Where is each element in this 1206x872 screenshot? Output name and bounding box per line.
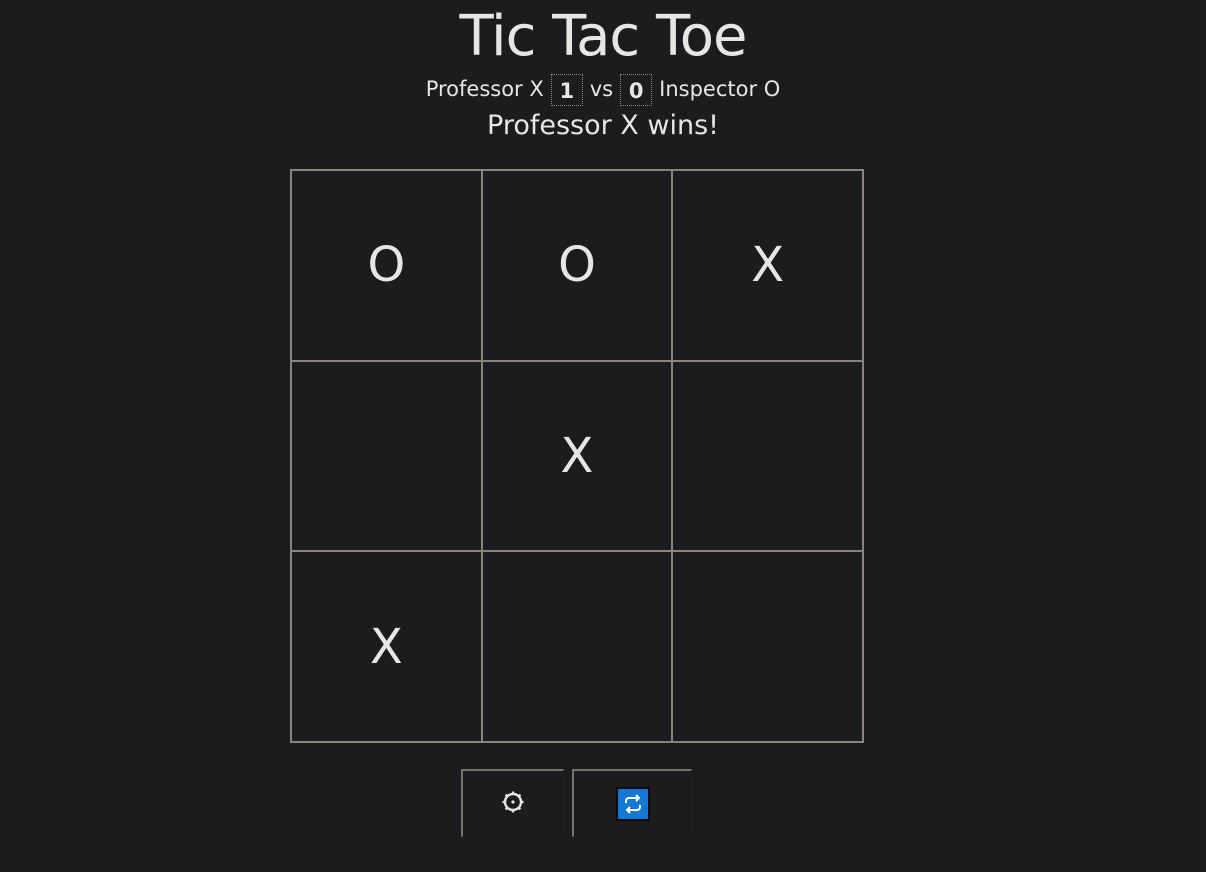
board-cell-5[interactable] xyxy=(672,360,863,552)
scoreboard: Professor X 1 vs 0 Inspector O xyxy=(0,71,1206,107)
board-cell-1[interactable]: O xyxy=(481,170,673,361)
settings-button[interactable] xyxy=(461,769,564,837)
page-title: Tic Tac Toe xyxy=(459,4,748,69)
board-cell-3[interactable] xyxy=(291,360,482,552)
player-o-score: 0 xyxy=(620,74,653,106)
game-status: Professor X wins! xyxy=(487,110,719,141)
gear-icon xyxy=(500,789,526,819)
refresh-icon xyxy=(615,786,650,821)
board-cell-8[interactable] xyxy=(672,551,863,742)
game-board: O O X X X xyxy=(290,169,864,743)
player-o-name: Inspector O xyxy=(659,77,781,101)
board-cell-7[interactable] xyxy=(481,551,673,742)
player-x-score: 1 xyxy=(550,74,583,106)
vs-label: vs xyxy=(589,77,614,101)
board-cell-2[interactable]: X xyxy=(672,170,863,361)
board-cell-0[interactable]: O xyxy=(291,170,482,361)
board-cell-6[interactable]: X xyxy=(291,551,482,742)
player-x-name: Professor X xyxy=(425,77,544,101)
restart-button[interactable] xyxy=(572,769,692,837)
board-cell-4[interactable]: X xyxy=(481,360,673,552)
controls xyxy=(461,769,692,837)
